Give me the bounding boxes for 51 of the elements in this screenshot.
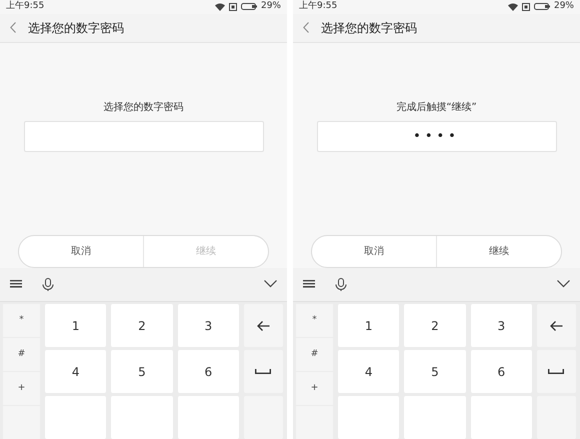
backspace-icon [550, 320, 563, 330]
space-key[interactable] [536, 350, 576, 393]
password-field[interactable]: •••• [316, 120, 556, 152]
keypad-key[interactable]: + [296, 372, 333, 405]
keypad-key[interactable]: * [296, 304, 333, 337]
password-field[interactable] [24, 120, 264, 152]
keypad-key[interactable]: 1 [338, 304, 400, 347]
space-icon [548, 369, 564, 374]
wifi-icon [508, 2, 518, 11]
keypad-key[interactable]: + [3, 372, 40, 405]
keypad-key[interactable]: # [3, 338, 40, 371]
space-key[interactable] [244, 350, 283, 393]
backspace-icon [256, 320, 270, 330]
dialog-button[interactable]: 取消 [312, 236, 436, 267]
space-icon [255, 369, 272, 374]
keypad-icon[interactable] [10, 280, 22, 288]
keypad-icon[interactable] [303, 280, 315, 288]
keypad-key[interactable]: 5 [404, 350, 466, 393]
keypad-key[interactable]: 2 [404, 304, 466, 347]
keypad-key[interactable]: # [296, 338, 333, 371]
prompt-text: 选择您的数字密码 [104, 100, 184, 115]
dialog-button[interactable]: 继续 [436, 236, 561, 267]
wifi-icon [214, 2, 225, 11]
keypad-key[interactable]: 4 [45, 350, 106, 393]
prompt-text: 完成后触摸“继续” [396, 100, 477, 115]
page-title: 选择您的数字密码 [28, 20, 124, 37]
keypad-key[interactable]: 1 [45, 304, 106, 347]
chevron-down-icon[interactable] [264, 280, 277, 288]
keypad-key[interactable]: 4 [338, 350, 400, 393]
battery-icon [240, 3, 257, 10]
status-time: 上午9:55 [6, 0, 44, 14]
battery-icon [534, 3, 550, 10]
status-time: 上午9:55 [299, 0, 338, 14]
back-icon[interactable] [303, 22, 309, 34]
microphone-icon[interactable] [42, 278, 54, 291]
dialog-button[interactable]: 取消 [19, 236, 143, 267]
battery-percent: 29% [554, 0, 574, 14]
keypad-key[interactable]: 2 [111, 304, 173, 347]
keypad-key[interactable]: 6 [470, 350, 532, 393]
back-icon[interactable] [10, 22, 16, 34]
keypad-key[interactable]: * [3, 304, 40, 337]
keypad-key[interactable]: 5 [111, 350, 173, 393]
page-title: 选择您的数字密码 [321, 20, 417, 37]
keypad-key[interactable]: 3 [178, 304, 239, 347]
sim-icon [228, 2, 237, 11]
keypad-key[interactable]: 6 [178, 350, 239, 393]
battery-percent: 29% [260, 0, 281, 14]
sim-icon [522, 2, 530, 11]
microphone-icon[interactable] [335, 278, 347, 291]
chevron-down-icon[interactable] [557, 280, 570, 288]
keypad-key[interactable]: 3 [470, 304, 532, 347]
